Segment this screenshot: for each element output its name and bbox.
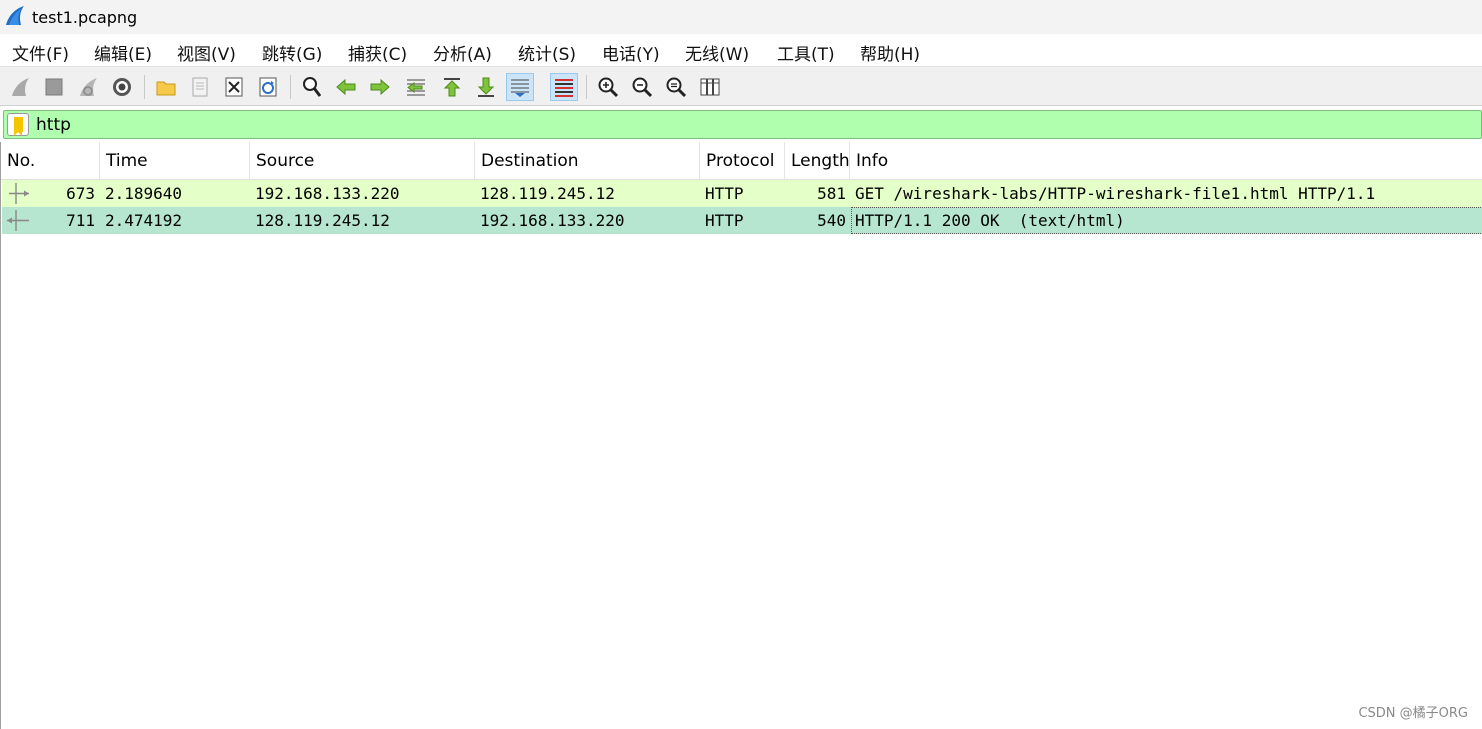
stop-capture-icon[interactable] <box>40 73 68 101</box>
packet-protocol: HTTP <box>705 184 744 203</box>
last-packet-icon[interactable] <box>472 73 500 101</box>
colorize-icon[interactable] <box>550 73 578 101</box>
menu-analyze[interactable]: 分析(A) <box>433 40 492 65</box>
response-arrow-icon <box>7 210 29 231</box>
menu-tools[interactable]: 工具(T) <box>777 40 835 65</box>
menu-edit[interactable]: 编辑(E) <box>94 40 152 65</box>
request-arrow-icon <box>9 183 29 204</box>
menu-bar: 文件(F) 编辑(E) 视图(V) 跳转(G) 捕获(C) 分析(A) 统计(S… <box>0 34 1482 66</box>
normal-size-icon[interactable] <box>662 73 690 101</box>
column-header-source[interactable]: Source <box>250 142 475 180</box>
watermark: CSDN @橘子ORG <box>1358 706 1468 721</box>
menu-file[interactable]: 文件(F) <box>12 40 69 65</box>
packet-list: No. Time Source Destination Protocol Len… <box>0 142 1482 729</box>
window-title: test1.pcapng <box>32 8 138 27</box>
capture-options-icon[interactable] <box>108 73 136 101</box>
column-header-time[interactable]: Time <box>100 142 250 180</box>
packet-destination: 192.168.133.220 <box>480 211 625 230</box>
column-header-destination[interactable]: Destination <box>475 142 700 180</box>
first-packet-icon[interactable] <box>438 73 466 101</box>
menu-help[interactable]: 帮助(H) <box>860 40 920 65</box>
resize-columns-icon[interactable] <box>696 73 724 101</box>
column-header-no[interactable]: No. <box>1 142 100 180</box>
menu-wireless[interactable]: 无线(W) <box>685 40 749 65</box>
toolbar-separator <box>586 75 587 99</box>
packet-info: HTTP/1.1 200 OK (text/html) <box>855 211 1125 230</box>
bookmark-icon[interactable] <box>7 113 29 136</box>
packet-source: 192.168.133.220 <box>255 184 400 203</box>
toolbar-separator <box>144 75 145 99</box>
packet-length: 540 <box>817 211 846 230</box>
packet-time: 2.189640 <box>105 184 183 203</box>
find-packet-icon[interactable] <box>298 73 326 101</box>
open-file-icon[interactable] <box>152 73 180 101</box>
packet-no: 673 <box>66 184 95 203</box>
zoom-in-icon[interactable] <box>594 73 622 101</box>
column-header-protocol[interactable]: Protocol <box>700 142 785 180</box>
column-header-info[interactable]: Info <box>850 142 1482 180</box>
display-filter-input[interactable] <box>36 113 1436 136</box>
packet-destination: 128.119.245.12 <box>480 184 615 203</box>
packet-info: GET /wireshark-labs/HTTP-wireshark-file1… <box>855 184 1376 203</box>
menu-capture[interactable]: 捕获(C) <box>348 40 407 65</box>
start-capture-icon[interactable] <box>6 73 34 101</box>
go-to-packet-icon[interactable] <box>402 73 430 101</box>
close-file-icon[interactable] <box>220 73 248 101</box>
go-back-icon[interactable] <box>332 73 360 101</box>
menu-go[interactable]: 跳转(G) <box>262 40 322 65</box>
main-toolbar <box>0 66 1482 106</box>
zoom-out-icon[interactable] <box>628 73 656 101</box>
packet-time: 2.474192 <box>105 211 183 230</box>
go-forward-icon[interactable] <box>366 73 394 101</box>
restart-capture-icon[interactable] <box>74 73 102 101</box>
menu-view[interactable]: 视图(V) <box>177 40 236 65</box>
menu-statistics[interactable]: 统计(S) <box>518 40 576 65</box>
menu-telephony[interactable]: 电话(Y) <box>602 40 660 65</box>
packet-list-header: No. Time Source Destination Protocol Len… <box>1 142 1482 180</box>
title-bar: test1.pcapng <box>0 0 1482 34</box>
packet-protocol: HTTP <box>705 211 744 230</box>
packet-source: 128.119.245.12 <box>255 211 390 230</box>
packet-row[interactable]: 711 2.474192 128.119.245.12 192.168.133.… <box>2 207 1482 234</box>
reload-file-icon[interactable] <box>254 73 282 101</box>
autoscroll-icon[interactable] <box>506 73 534 101</box>
column-header-length[interactable]: Length <box>785 142 850 180</box>
display-filter-bar <box>3 110 1482 139</box>
packet-row[interactable]: 673 2.189640 192.168.133.220 128.119.245… <box>2 180 1482 207</box>
packet-length: 581 <box>817 184 846 203</box>
packet-no: 711 <box>66 211 95 230</box>
save-file-icon[interactable] <box>186 73 214 101</box>
toolbar-separator <box>290 75 291 99</box>
wireshark-fin-icon <box>6 6 24 25</box>
